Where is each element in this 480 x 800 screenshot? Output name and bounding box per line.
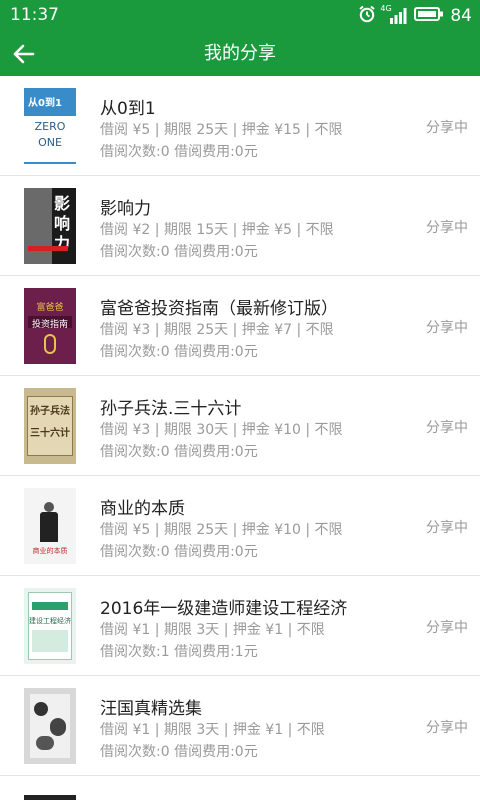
- back-button[interactable]: [8, 38, 40, 70]
- app-bar: 我的分享: [0, 32, 480, 76]
- cover-text-2: 投资指南: [31, 320, 68, 330]
- cover-text-2: 三十六计: [30, 428, 70, 439]
- book-cover: 建设工程经济: [24, 588, 76, 664]
- status-time: 11:37: [10, 5, 59, 25]
- cover-text-1: 商业的本质: [32, 547, 68, 555]
- book-stats: 借阅次数:0 借阅费用:0元: [100, 744, 258, 760]
- book-title: 商业的本质: [100, 499, 185, 519]
- share-status: 分享中: [426, 120, 468, 136]
- share-list: 从0到1 ZERO ONE 从0到1 借阅 ¥5 | 期限 25天 | 押金 ¥…: [0, 76, 480, 776]
- book-terms: 借阅 ¥5 | 期限 25天 | 押金 ¥15 | 不限: [100, 122, 343, 138]
- cover-text-2: ZERO: [34, 120, 66, 133]
- book-terms: 借阅 ¥3 | 期限 25天 | 押金 ¥7 | 不限: [100, 322, 334, 338]
- book-row[interactable]: 影 响 力 影响力 借阅 ¥2 | 期限 15天 | 押金 ¥5 | 不限 借阅…: [0, 176, 480, 276]
- book-cover: 影 响 力: [24, 188, 76, 264]
- status-bar: 11:37 4G 84: [0, 0, 480, 32]
- book-row[interactable]: 汪国真精选集 借阅 ¥1 | 期限 3天 | 押金 ¥1 | 不限 借阅次数:0…: [0, 676, 480, 776]
- cover-text-1: 建设工程经济: [29, 617, 71, 625]
- book-terms: 借阅 ¥1 | 期限 3天 | 押金 ¥1 | 不限: [100, 722, 325, 738]
- book-cover: 孙子兵法 三十六计: [24, 388, 76, 464]
- signal-icon: 4G: [380, 4, 408, 26]
- book-title: 从0到1: [100, 99, 156, 119]
- share-status: 分享中: [426, 320, 468, 336]
- cover-text-1: 孙子兵法: [30, 406, 70, 417]
- book-stats: 借阅次数:0 借阅费用:0元: [100, 344, 258, 360]
- book-title: 汪国真精选集: [100, 699, 202, 719]
- battery-icon: [414, 6, 444, 26]
- cover-text-3: ONE: [38, 136, 62, 149]
- share-status: 分享中: [426, 520, 468, 536]
- book-row[interactable]: 孙子兵法 三十六计 孙子兵法.三十六计 借阅 ¥3 | 期限 30天 | 押金 …: [0, 376, 480, 476]
- book-row[interactable]: 从0到1 ZERO ONE 从0到1 借阅 ¥5 | 期限 25天 | 押金 ¥…: [0, 76, 480, 176]
- book-cover: 富爸爸 投资指南: [24, 288, 76, 364]
- cover-text-1: 富爸爸: [36, 303, 64, 313]
- cover-text-1: 从0到1: [28, 98, 62, 109]
- book-terms: 借阅 ¥5 | 期限 25天 | 押金 ¥10 | 不限: [100, 522, 343, 538]
- book-stats: 借阅次数:0 借阅费用:0元: [100, 444, 258, 460]
- share-status: 分享中: [426, 420, 468, 436]
- book-title: 2016年一级建造师建设工程经济: [100, 599, 348, 619]
- book-terms: 借阅 ¥3 | 期限 30天 | 押金 ¥10 | 不限: [100, 422, 343, 438]
- book-cover: [24, 795, 76, 800]
- book-title: 影响力: [100, 199, 151, 219]
- book-row-partial[interactable]: [0, 785, 480, 800]
- book-stats: 借阅次数:0 借阅费用:0元: [100, 144, 258, 160]
- book-cover: 商业的本质: [24, 488, 76, 564]
- book-terms: 借阅 ¥1 | 期限 3天 | 押金 ¥1 | 不限: [100, 622, 325, 638]
- book-stats: 借阅次数:0 借阅费用:0元: [100, 244, 258, 260]
- alarm-icon: [358, 5, 376, 27]
- page-title: 我的分享: [204, 43, 276, 64]
- battery-percent: 84: [450, 6, 472, 26]
- book-stats: 借阅次数:1 借阅费用:1元: [100, 644, 258, 660]
- share-status: 分享中: [426, 720, 468, 736]
- status-icons: 4G 84: [352, 4, 472, 28]
- book-stats: 借阅次数:0 借阅费用:0元: [100, 544, 258, 560]
- book-title: 富爸爸投资指南（最新修订版）: [100, 299, 338, 319]
- share-status: 分享中: [426, 220, 468, 236]
- book-cover: [24, 688, 76, 764]
- book-row[interactable]: 富爸爸 投资指南 富爸爸投资指南（最新修订版） 借阅 ¥3 | 期限 25天 |…: [0, 276, 480, 376]
- arrow-left-icon: [13, 44, 35, 64]
- book-title: 孙子兵法.三十六计: [100, 399, 242, 419]
- book-terms: 借阅 ¥2 | 期限 15天 | 押金 ¥5 | 不限: [100, 222, 334, 238]
- book-row[interactable]: 建设工程经济 2016年一级建造师建设工程经济 借阅 ¥1 | 期限 3天 | …: [0, 576, 480, 676]
- book-row[interactable]: 商业的本质 商业的本质 借阅 ¥5 | 期限 25天 | 押金 ¥10 | 不限…: [0, 476, 480, 576]
- share-status: 分享中: [426, 620, 468, 636]
- book-cover: 从0到1 ZERO ONE: [24, 88, 76, 164]
